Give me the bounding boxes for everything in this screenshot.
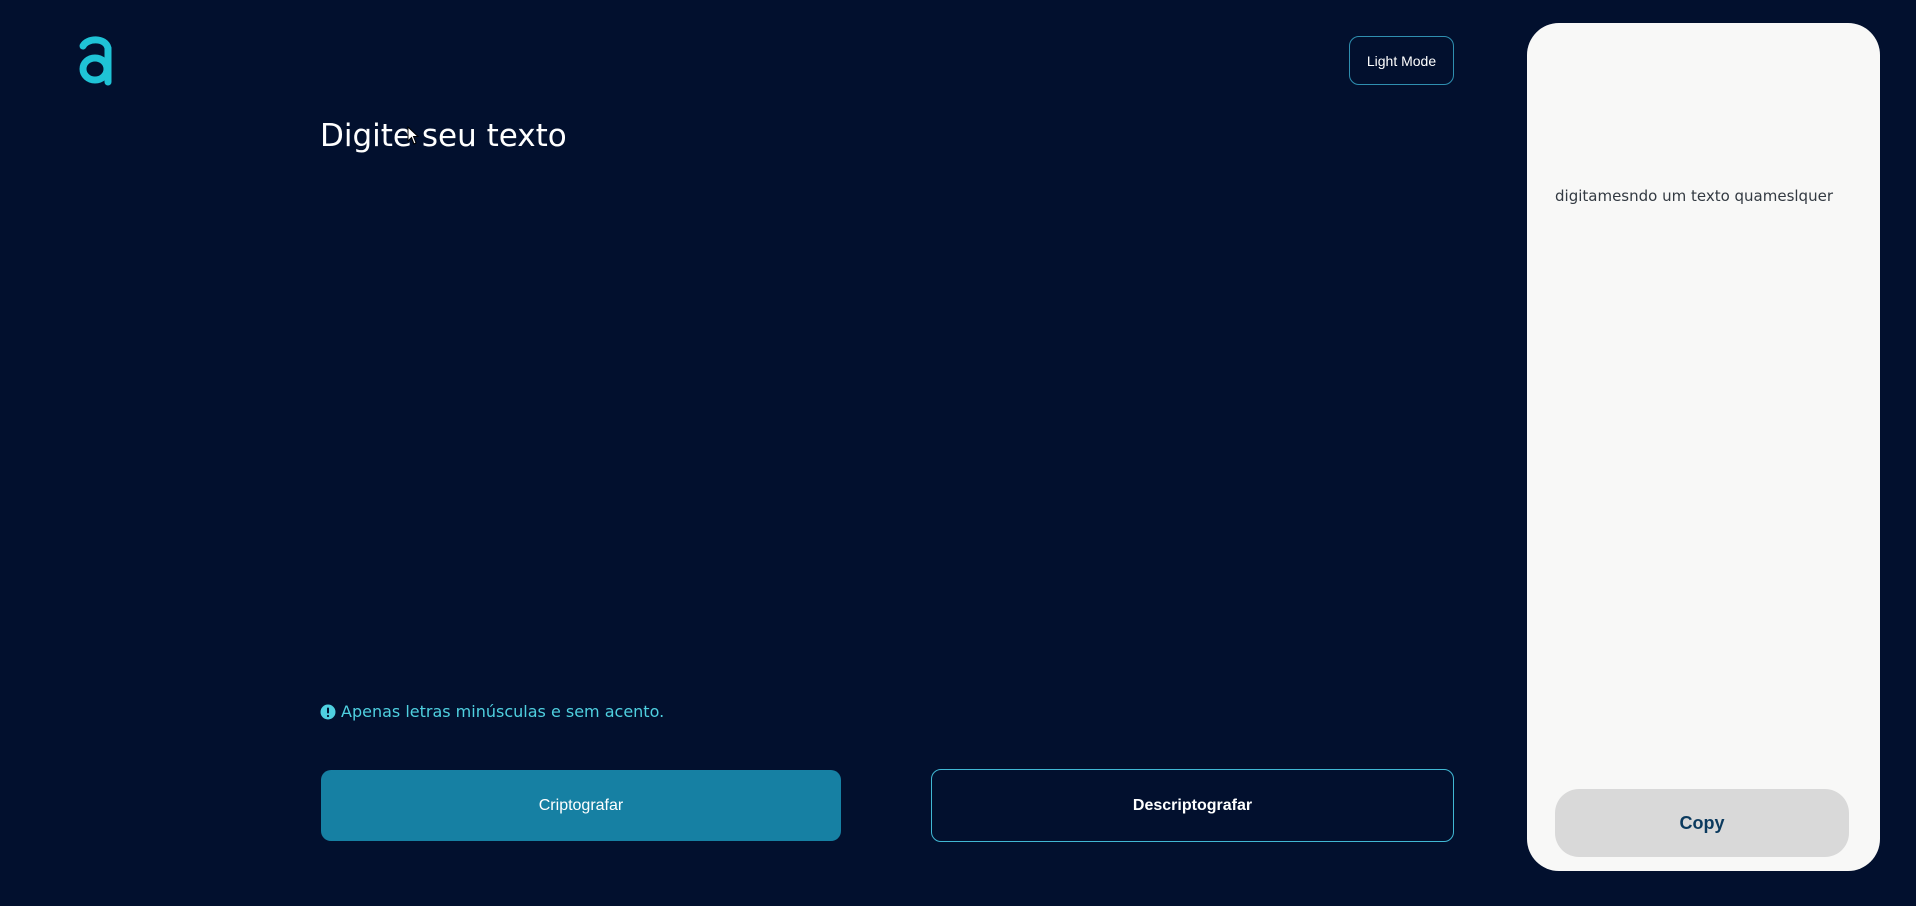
hint-text: Apenas letras minúsculas e sem acento. — [341, 702, 665, 721]
exclamation-circle-icon — [320, 704, 336, 719]
app-page: Light Mode Apenas letras minúsculas e se… — [0, 0, 1916, 906]
input-hint: Apenas letras minúsculas e sem acento. — [320, 702, 664, 721]
text-input[interactable] — [320, 118, 1450, 678]
light-mode-button[interactable]: Light Mode — [1349, 36, 1454, 85]
decrypt-button[interactable]: Descriptografar — [931, 769, 1454, 842]
encrypt-button[interactable]: Criptografar — [321, 770, 841, 841]
copy-button[interactable]: Copy — [1555, 789, 1849, 857]
output-text: digitamesndo um texto quameslquer — [1555, 187, 1833, 205]
mouse-pointer-icon — [407, 126, 420, 145]
letter-a-logo-icon[interactable] — [78, 34, 114, 88]
output-panel: digitamesndo um texto quameslquer Copy — [1527, 23, 1880, 871]
